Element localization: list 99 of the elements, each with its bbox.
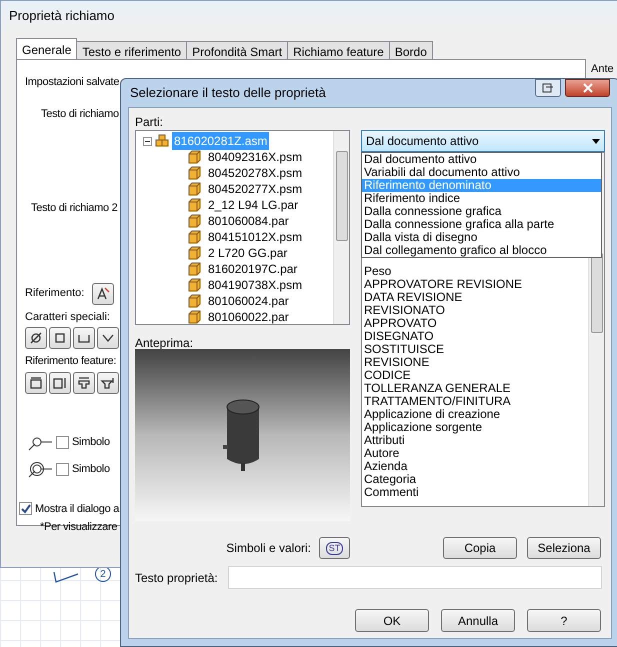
text-reference-icon[interactable] [92, 282, 114, 304]
diameter-icon[interactable] [25, 327, 47, 349]
part-icon [188, 230, 201, 244]
list-item[interactable]: Azienda [364, 460, 588, 473]
list-item[interactable]: DISEGNATO [364, 330, 588, 343]
tree-item[interactable]: 816020197C.par [206, 260, 300, 278]
counterbore-icon[interactable] [73, 327, 95, 349]
copy-button[interactable]: Copia [443, 537, 517, 559]
part-icon [188, 166, 201, 180]
part-icon [188, 150, 201, 164]
list-item[interactable]: APPROVATORE REVISIONE [364, 278, 588, 291]
tree-item[interactable]: 801060022.par [206, 308, 291, 326]
restore-icon[interactable] [535, 79, 561, 97]
tab[interactable]: Testo e riferimento [76, 41, 188, 59]
countersink-size-icon[interactable] [97, 372, 119, 394]
field-label: Testo di richiamo 2 [31, 201, 118, 216]
checkbox-label: Simbolo [72, 462, 110, 478]
list-item[interactable]: TOLLERANZA GENERALE [364, 382, 588, 395]
dropdown-option[interactable]: Dalla vista di disegno [362, 231, 601, 244]
list-item[interactable]: Categoria [364, 473, 588, 486]
symbols-label: Simboli e valori: [226, 540, 311, 557]
field-label: Riferimento feature: [25, 354, 116, 369]
list-item[interactable]: Autore [364, 447, 588, 460]
collapse-toggle-icon[interactable] [143, 136, 152, 146]
field-label: Impostazioni salvate [25, 75, 120, 90]
restore-glyph-icon [542, 82, 554, 94]
dialog-button[interactable]: ? [527, 609, 601, 632]
part-icon [188, 182, 201, 196]
leader-symbol-icon [27, 460, 53, 478]
tab[interactable]: Profondità Smart [186, 41, 288, 59]
hole-depth-icon[interactable] [49, 372, 71, 394]
list-item[interactable]: SOSTITUISCE [364, 343, 588, 356]
tree-item[interactable]: 804092316X.psm [206, 148, 304, 166]
tree-item[interactable]: 2 L720 GG.par [206, 244, 290, 262]
list-item[interactable]: REVISIONATO [364, 304, 588, 317]
field-label: Testo di richiamo [41, 106, 119, 122]
tree-item[interactable]: 804190738X.psm [206, 276, 304, 294]
dropdown-arrow-icon [592, 138, 600, 144]
property-text-field[interactable] [228, 566, 602, 589]
dropdown-option[interactable]: Dalla connessione grafica [362, 205, 601, 218]
window-title: Proprietà richiamo [9, 7, 114, 26]
part-icon [188, 294, 201, 308]
tree-item[interactable]: 801060084.par [206, 212, 291, 230]
dialog-title: Selezionare il testo delle proprietà [129, 84, 326, 102]
symbols-button[interactable]: ST [319, 537, 350, 559]
list-item[interactable]: CODICE [364, 369, 588, 382]
part-icon [188, 198, 201, 212]
preview-label: Anteprima: [135, 335, 194, 349]
dropdown-option[interactable]: Riferimento indice [362, 192, 601, 205]
select-button[interactable]: Seleziona [527, 537, 601, 559]
list-item[interactable]: REVISIONE [364, 356, 588, 369]
list-item[interactable]: APPROVATO [364, 317, 588, 330]
checkbox[interactable] [56, 436, 69, 449]
tab[interactable]: Bordo [388, 41, 433, 59]
countersink-icon[interactable] [97, 327, 119, 349]
dialog-button[interactable]: Annulla [441, 609, 515, 632]
leader-line [52, 570, 80, 584]
checkbox-label: Mostra il dialogo a [35, 502, 120, 516]
tree-item[interactable]: 804520278X.psm [206, 164, 304, 182]
checkbox[interactable] [56, 463, 69, 476]
close-icon [582, 83, 594, 93]
counterbore-depth-icon[interactable] [73, 372, 95, 394]
tab[interactable]: Generale [16, 38, 78, 59]
tree-item[interactable]: 2_12 L94 LG.par [206, 196, 300, 214]
part-icon [188, 214, 201, 228]
group-label: Ante [591, 62, 614, 77]
tree-item[interactable]: 801060024.par [206, 292, 291, 310]
list-item[interactable]: DATA REVISIONE [364, 291, 588, 304]
part-icon [188, 278, 201, 292]
assembly-icon [155, 134, 169, 148]
checkbox[interactable] [19, 502, 32, 516]
part-icon [188, 310, 201, 324]
field-label: Riferimento: [25, 286, 84, 302]
list-item[interactable]: Attributi [364, 434, 588, 447]
list-item[interactable]: Applicazione di creazione [364, 408, 588, 421]
list-item[interactable]: Applicazione sorgente [364, 421, 588, 434]
square-icon[interactable] [49, 327, 71, 349]
close-button[interactable] [565, 79, 610, 97]
list-item[interactable]: Commenti [364, 486, 588, 499]
scrollbar[interactable] [333, 131, 349, 324]
tab[interactable]: Richiamo feature [287, 41, 390, 59]
source-dropdown[interactable]: Dal documento attivo [361, 130, 605, 152]
part-icon [188, 262, 201, 276]
tree-item[interactable]: 804520277X.psm [206, 180, 304, 198]
property-text-label: Testo proprietà: [135, 570, 218, 586]
dialog-button[interactable]: OK [355, 609, 429, 632]
tree-item[interactable]: 804151012X.psm [206, 228, 304, 246]
dropdown-option[interactable]: Dalla connessione grafica alla parte [362, 218, 601, 231]
dropdown-option[interactable]: Dal documento attivo [362, 153, 601, 166]
list-item[interactable]: TRATTAMENTO/FINITURA [364, 395, 588, 408]
list-item[interactable]: Peso [364, 265, 588, 278]
part-icon [188, 246, 201, 260]
dropdown-option[interactable]: Dal collegamento grafico al blocco [362, 244, 601, 257]
parts-label: Parti: [135, 114, 164, 130]
note-text: *Per visualizzare [40, 520, 118, 535]
field-label: Caratteri speciali: [25, 310, 110, 324]
dropdown-option[interactable]: Variabili dal documento attivo [362, 166, 601, 179]
hole-size-icon[interactable] [25, 372, 47, 394]
checkbox-label: Simbolo [72, 435, 110, 450]
